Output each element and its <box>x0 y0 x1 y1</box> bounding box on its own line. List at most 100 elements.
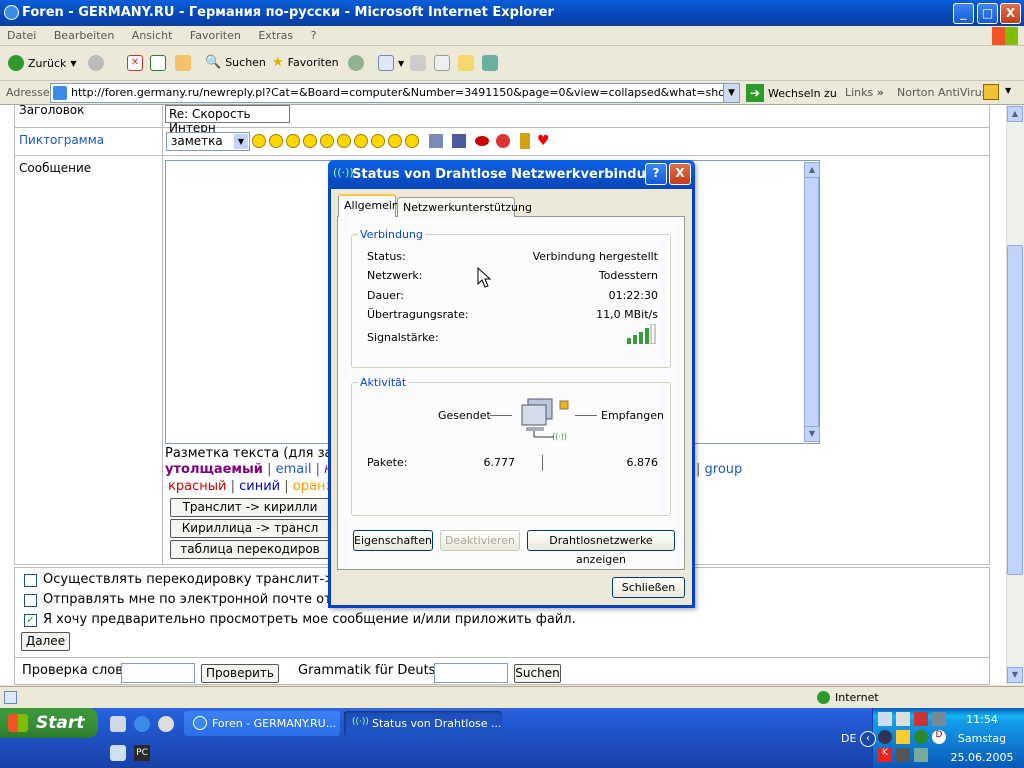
dialog-help-button[interactable]: ? <box>645 163 667 185</box>
clock-time[interactable]: 11:54 <box>960 713 1004 726</box>
refresh-button[interactable] <box>150 55 166 71</box>
fmt-group-link[interactable]: | group <box>696 462 742 477</box>
flower-icon[interactable] <box>496 134 510 148</box>
properties-button[interactable]: Eigenschaften <box>353 530 433 551</box>
norton-label[interactable]: Norton AntiVirus <box>897 86 987 99</box>
tray-icon-settings[interactable] <box>878 730 892 744</box>
address-dropdown-icon[interactable]: ▼ <box>723 84 739 102</box>
heart-icon[interactable]: ♥ <box>537 133 550 149</box>
mad-icon[interactable] <box>388 134 402 148</box>
recode-table-button[interactable]: таблица перекодиров <box>170 540 330 559</box>
dialog-close-button[interactable]: X <box>669 163 691 185</box>
translit-button[interactable]: Транслит -> кирилли <box>170 498 330 517</box>
email-checkbox[interactable] <box>24 594 37 607</box>
frown-icon[interactable] <box>269 134 283 148</box>
minimize-button[interactable]: _ <box>953 3 974 24</box>
confused-icon[interactable] <box>354 134 368 148</box>
trophy-icon[interactable] <box>519 133 530 149</box>
smile-icon[interactable] <box>252 134 266 148</box>
close-dialog-button[interactable]: Schließen <box>612 577 685 598</box>
quicklaunch-icon-1[interactable] <box>110 716 126 732</box>
surprised-icon[interactable] <box>286 134 300 148</box>
mail-button[interactable]: ▼ <box>378 55 404 71</box>
icon-select[interactable]: заметка ▼ <box>166 132 250 151</box>
tray-icon-shield[interactable] <box>896 730 910 744</box>
tray-icon-display[interactable] <box>896 712 910 726</box>
icon-label[interactable]: Пиктограмма <box>19 133 104 147</box>
tray-icon-network[interactable] <box>878 712 892 726</box>
tab-network-support[interactable]: Netzwerkunterstützung <box>397 197 532 217</box>
tray-icon-d[interactable]: D <box>932 730 946 744</box>
task-ie[interactable]: Foren - GERMANY.RU... <box>184 711 340 736</box>
stop-button[interactable]: ✕ <box>127 55 143 71</box>
print-button[interactable] <box>410 55 426 71</box>
tray-icon-wireless[interactable] <box>914 748 928 762</box>
menu-extras[interactable]: Extras <box>251 26 300 45</box>
color-blue-link[interactable]: синий <box>239 479 280 494</box>
color-red-link[interactable]: красный <box>168 479 226 494</box>
tray-icon-security[interactable] <box>914 712 928 726</box>
quicklaunch-media-icon[interactable] <box>158 716 174 732</box>
scroll-down-icon[interactable]: ▼ <box>804 426 820 442</box>
search-button[interactable]: 🔍 Suchen <box>205 55 266 70</box>
quicklaunch-ie-icon[interactable] <box>134 716 150 732</box>
language-indicator[interactable]: DE <box>841 732 856 745</box>
edit-button[interactable] <box>434 55 450 71</box>
show-networks-button[interactable]: Drahtlosnetzwerke anzeigen <box>527 530 675 566</box>
norton-dropdown-icon[interactable]: ▼ <box>1005 86 1011 95</box>
page-scroll-thumb[interactable] <box>1007 245 1023 575</box>
grin-icon[interactable] <box>320 134 334 148</box>
preview-checkbox[interactable]: ✓ <box>24 614 37 627</box>
disable-button[interactable]: Deaktivieren <box>440 530 520 551</box>
go-button[interactable]: ➔ Wechseln zu <box>746 84 837 102</box>
menu-help[interactable]: ? <box>304 26 324 45</box>
quicklaunch-icon-4[interactable] <box>110 745 126 761</box>
tray-collapse-icon[interactable]: ‹ <box>860 731 876 747</box>
back-button[interactable]: Zurück ▼ <box>8 55 77 71</box>
wink-icon[interactable] <box>405 134 419 148</box>
cyrillic-button[interactable]: Кириллица -> трансл <box>170 519 330 538</box>
fmt-bold-link[interactable]: утолщаемый <box>165 462 263 477</box>
dialog-title-bar[interactable]: Status von Drahtlose Netzwerkverbindung <box>328 160 695 189</box>
grammar-input[interactable] <box>434 663 508 683</box>
forward-button[interactable] <box>88 55 104 71</box>
messenger-button[interactable] <box>482 55 498 71</box>
tab-general[interactable]: Allgemein <box>338 194 399 217</box>
window-title-bar[interactable]: Foren - GERMANY.RU - Германия по-русски … <box>0 0 1024 26</box>
favorites-button[interactable]: ★ Favoriten <box>272 55 339 70</box>
page-scroll-up-icon[interactable]: ▲ <box>1007 106 1023 122</box>
quicklaunch-pc-icon[interactable]: PC <box>134 745 150 761</box>
address-input[interactable]: http://foren.germany.ru/newreply.pl?Cat=… <box>50 83 740 103</box>
tray-icon-volume[interactable] <box>896 748 910 762</box>
tray-icon-globe[interactable] <box>914 730 928 744</box>
home-button[interactable] <box>175 55 191 71</box>
menu-favoriten[interactable]: Favoriten <box>183 26 248 45</box>
fmt-email-link[interactable]: email <box>276 462 312 477</box>
grammar-search-button[interactable]: Suchen <box>514 664 561 683</box>
menu-datei[interactable]: Datei <box>0 26 43 45</box>
tray-icon-usb[interactable] <box>932 712 946 726</box>
textarea-scrollbar[interactable] <box>804 162 819 442</box>
shocked-icon[interactable] <box>371 134 385 148</box>
laugh-icon[interactable] <box>337 134 351 148</box>
menu-bearbeiten[interactable]: Bearbeiten <box>47 26 121 45</box>
maximize-button[interactable]: □ <box>977 3 998 24</box>
recode-checkbox[interactable] <box>24 574 37 587</box>
norton-icon[interactable] <box>983 84 999 100</box>
thumbsup-icon[interactable] <box>428 134 443 148</box>
page-scroll-down-icon[interactable]: ▼ <box>1007 667 1023 683</box>
spell-input[interactable] <box>121 663 195 683</box>
history-button[interactable] <box>348 55 364 71</box>
subject-input[interactable]: Re: Скорость Интерн <box>165 105 290 135</box>
tray-icon-antivirus[interactable]: K <box>878 748 892 762</box>
lips-icon[interactable] <box>474 136 489 146</box>
flag-icon[interactable] <box>452 134 466 148</box>
discuss-button[interactable] <box>458 55 474 71</box>
close-button[interactable]: X <box>1000 3 1021 24</box>
menu-ansicht[interactable]: Ansicht <box>125 26 180 45</box>
check-button[interactable]: Проверить <box>201 664 279 683</box>
next-button[interactable]: Далее <box>21 632 70 651</box>
cool-icon[interactable] <box>303 134 317 148</box>
scroll-up-icon[interactable]: ▲ <box>804 162 820 178</box>
links-button[interactable]: Links » <box>845 86 884 99</box>
